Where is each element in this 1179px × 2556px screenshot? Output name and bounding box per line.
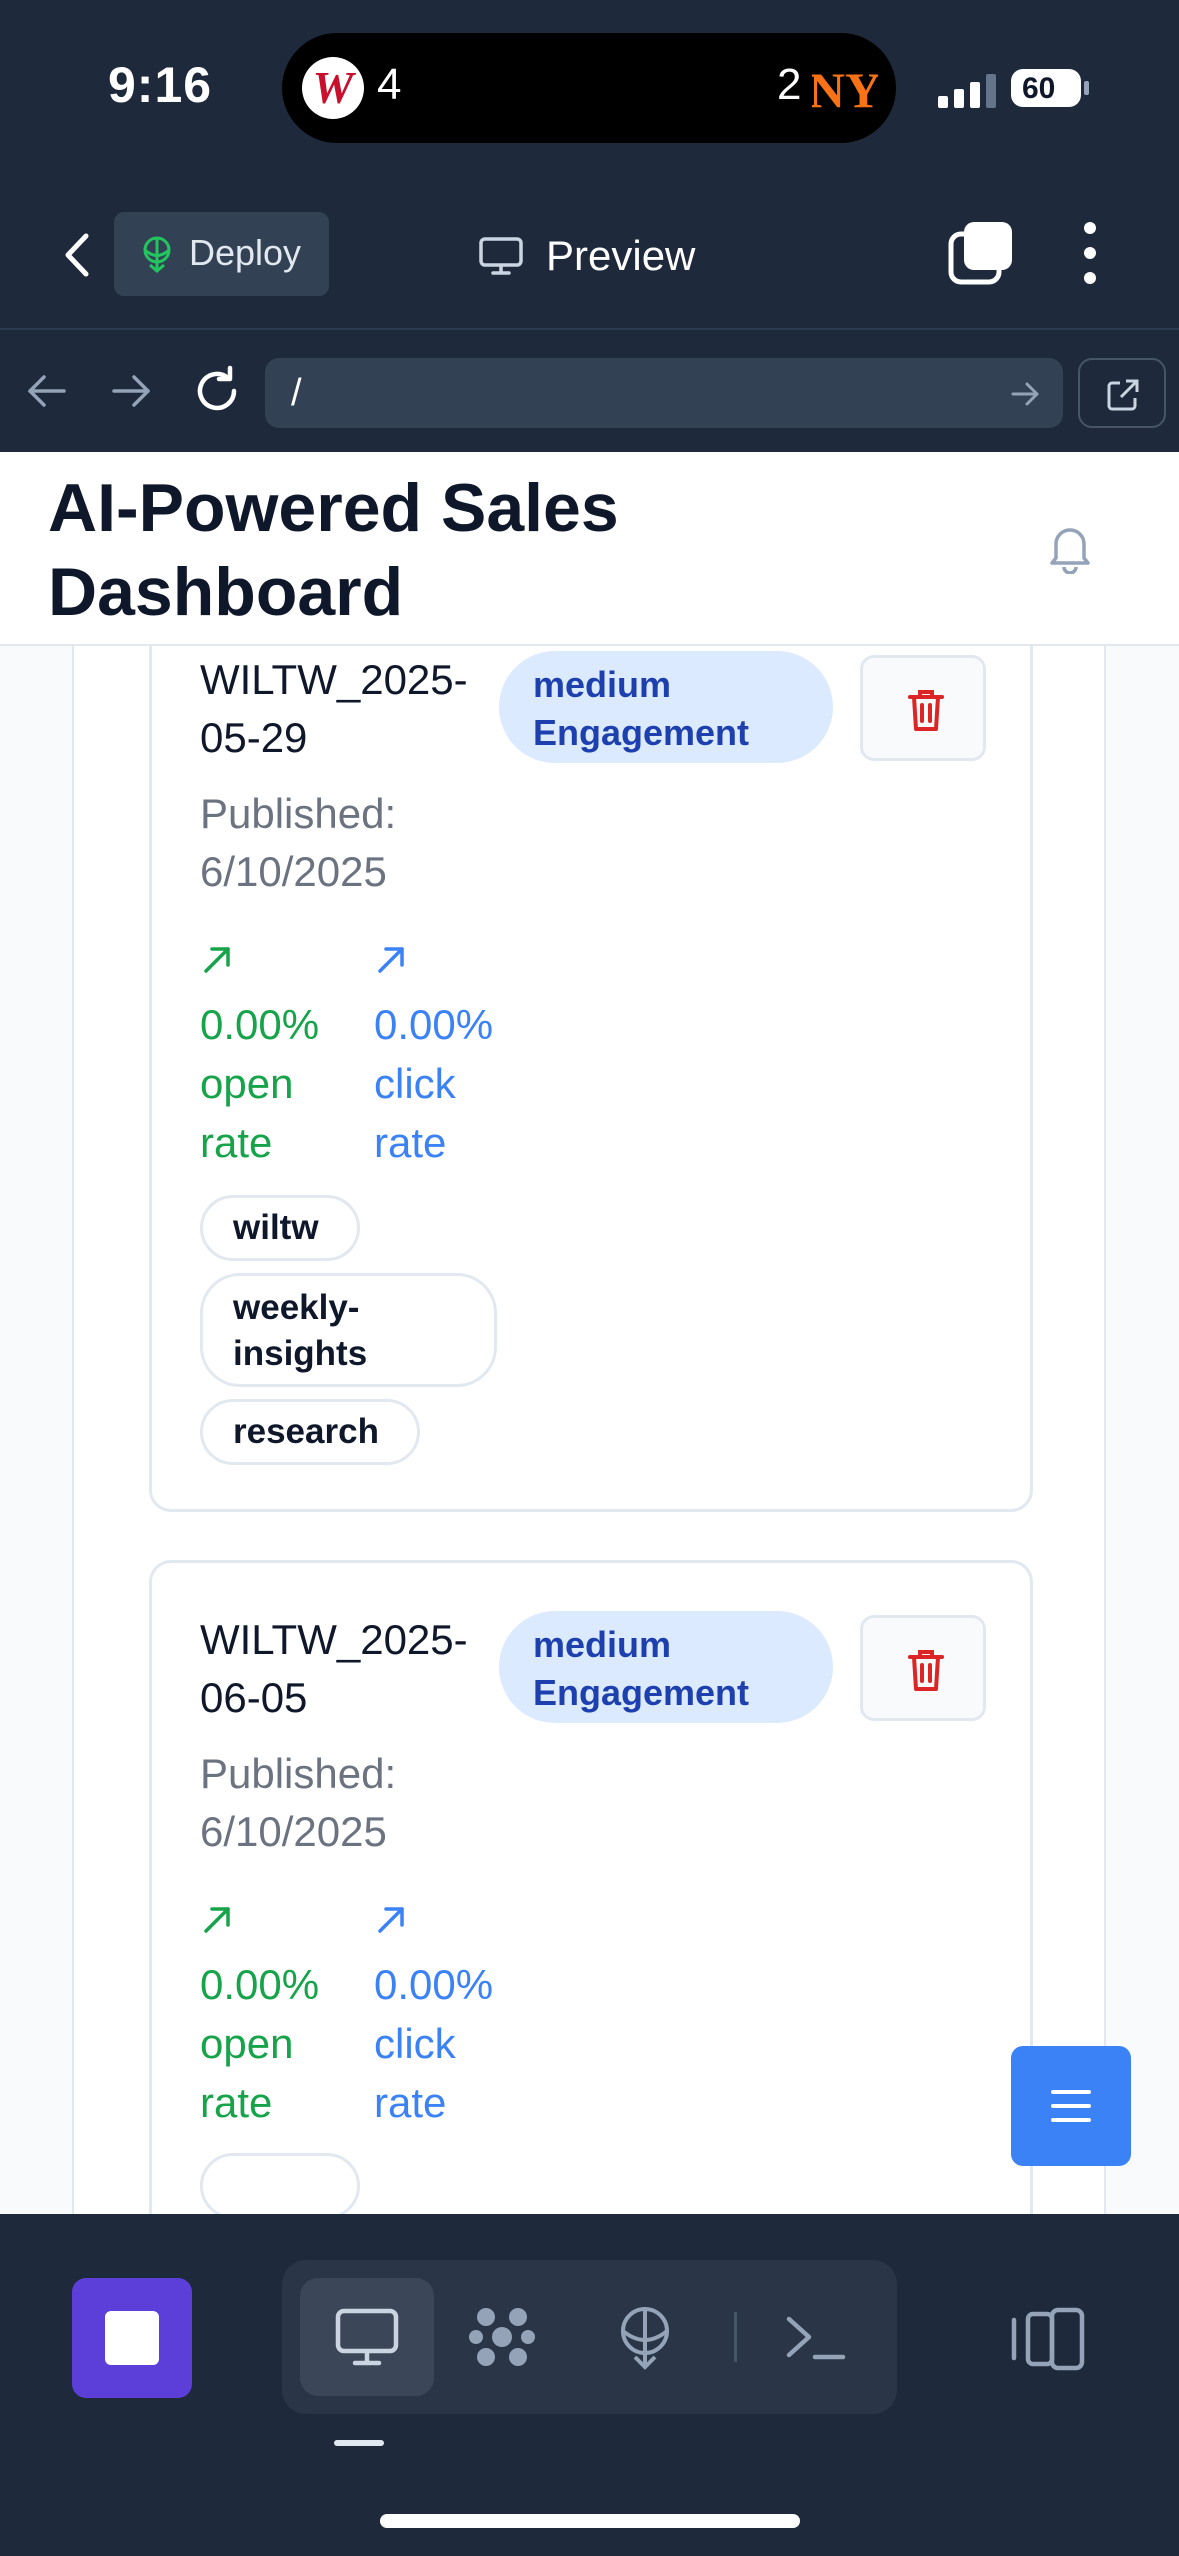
dock-tab-preview[interactable] — [300, 2278, 434, 2396]
trend-up-icon — [378, 1907, 404, 1933]
published-date: Published: 6/10/2025 — [200, 1750, 397, 1855]
trend-up-icon — [378, 947, 404, 973]
trend-up-icon — [204, 947, 230, 973]
tag-chip — [200, 2153, 360, 2214]
editor-toolbar: Deploy Preview — [0, 180, 1179, 330]
preview-tab[interactable]: Preview — [478, 228, 718, 284]
click-rate-stat: 0.00% click rate — [374, 943, 514, 1172]
back-icon[interactable] — [52, 222, 102, 288]
more-vertical-icon[interactable] — [1070, 218, 1110, 288]
dynamic-island-live-score[interactable]: W 4 2 NY — [282, 33, 896, 143]
trash-icon — [908, 690, 944, 731]
arrow-right-icon[interactable] — [106, 366, 156, 416]
open-rate-value: 0.00% — [200, 1961, 320, 2008]
newsletter-list-panel: WILTW_2025- 05-29 medium Engagement Publ… — [72, 600, 1106, 2214]
battery-level: 60 — [1022, 72, 1056, 105]
status-bar: 9:16 W 4 2 NY 60 — [0, 0, 1179, 180]
page-title-line2: Dashboard — [48, 554, 404, 630]
monitor-icon — [479, 237, 523, 275]
stop-button[interactable] — [72, 2278, 192, 2398]
bottom-dock — [0, 2214, 1179, 2556]
battery-indicator: 60 — [1010, 68, 1090, 108]
reload-icon[interactable] — [190, 364, 244, 418]
dock-tab-terminal[interactable] — [748, 2278, 882, 2396]
delete-button[interactable] — [860, 655, 986, 761]
panel-icon[interactable] — [1008, 2306, 1088, 2372]
menu-icon — [1051, 2090, 1091, 2122]
arrow-left-icon[interactable] — [22, 366, 72, 416]
open-rate-stat: 0.00% open rate — [200, 1903, 340, 2132]
dock-tab-deploy[interactable] — [578, 2278, 712, 2396]
deploy-label: Deploy — [189, 232, 302, 273]
active-tab-indicator — [334, 2440, 384, 2446]
deploy-button[interactable]: Deploy — [114, 212, 329, 296]
delete-button[interactable] — [860, 1615, 986, 1721]
newsletter-card: WILTW_2025- 06-05 medium Engagement Publ… — [149, 1560, 1033, 2214]
page-title: AI-Powered Sales Dashboard — [48, 466, 808, 634]
open-external-button[interactable] — [1078, 358, 1166, 428]
tag-chip: weekly- insights — [200, 1273, 497, 1387]
status-time: 9:16 — [108, 57, 213, 113]
nationals-logo-icon: W — [302, 57, 364, 119]
cellular-signal-icon — [938, 74, 996, 108]
bell-icon[interactable] — [1046, 522, 1094, 574]
newsletter-card: WILTW_2025- 05-29 medium Engagement Publ… — [149, 600, 1033, 1512]
url-text: / — [291, 372, 302, 414]
engagement-badge: medium Engagement — [499, 1611, 833, 1723]
click-rate-value: 0.00% — [374, 1961, 494, 2008]
click-rate-value: 0.00% — [374, 1001, 494, 1048]
tag-chip: wiltw — [200, 1195, 360, 1261]
newsletter-title: WILTW_2025- 06-05 — [200, 1616, 468, 1721]
terminal-icon — [786, 2316, 846, 2360]
deploy-icon — [143, 236, 171, 273]
dock-divider — [734, 2312, 737, 2362]
go-arrow-icon[interactable] — [1009, 378, 1041, 410]
app-header: AI-Powered Sales Dashboard — [0, 452, 1179, 646]
published-date: Published: 6/10/2025 — [200, 790, 397, 895]
score-home: 4 — [377, 60, 402, 109]
preview-webview: AI-Powered Sales Dashboard WILTW_2025- 0… — [0, 452, 1179, 2214]
stop-icon — [105, 2311, 159, 2365]
open-rate-value: 0.00% — [200, 1001, 320, 1048]
click-rate-stat: 0.00% click rate — [374, 1903, 514, 2132]
url-input[interactable]: / — [265, 358, 1063, 428]
mets-logo-icon: NY — [812, 62, 878, 118]
engagement-badge: medium Engagement — [499, 651, 833, 763]
monitor-icon — [335, 2308, 399, 2366]
dock-tab-nodes[interactable] — [435, 2278, 569, 2396]
preview-label: Preview — [546, 232, 696, 279]
open-rate-stat: 0.00% open rate — [200, 943, 340, 1172]
svg-text:NY: NY — [812, 62, 878, 118]
browser-address-bar: / — [0, 332, 1179, 452]
external-link-icon — [1107, 379, 1139, 411]
page-title-line1: AI-Powered Sales — [48, 470, 619, 546]
newsletter-title: WILTW_2025- 05-29 — [200, 656, 468, 761]
tabs-icon[interactable] — [948, 220, 1014, 286]
nodes-icon — [469, 2308, 535, 2366]
deploy-icon — [621, 2307, 669, 2370]
trend-up-icon — [204, 1907, 230, 1933]
dock-tab-group — [282, 2260, 897, 2414]
trash-icon — [908, 1650, 944, 1691]
menu-fab-button[interactable] — [1011, 2046, 1131, 2166]
score-away: 2 — [777, 60, 802, 109]
home-indicator[interactable] — [380, 2514, 800, 2528]
svg-text:W: W — [313, 62, 357, 113]
tag-chip: research — [200, 1399, 420, 1465]
